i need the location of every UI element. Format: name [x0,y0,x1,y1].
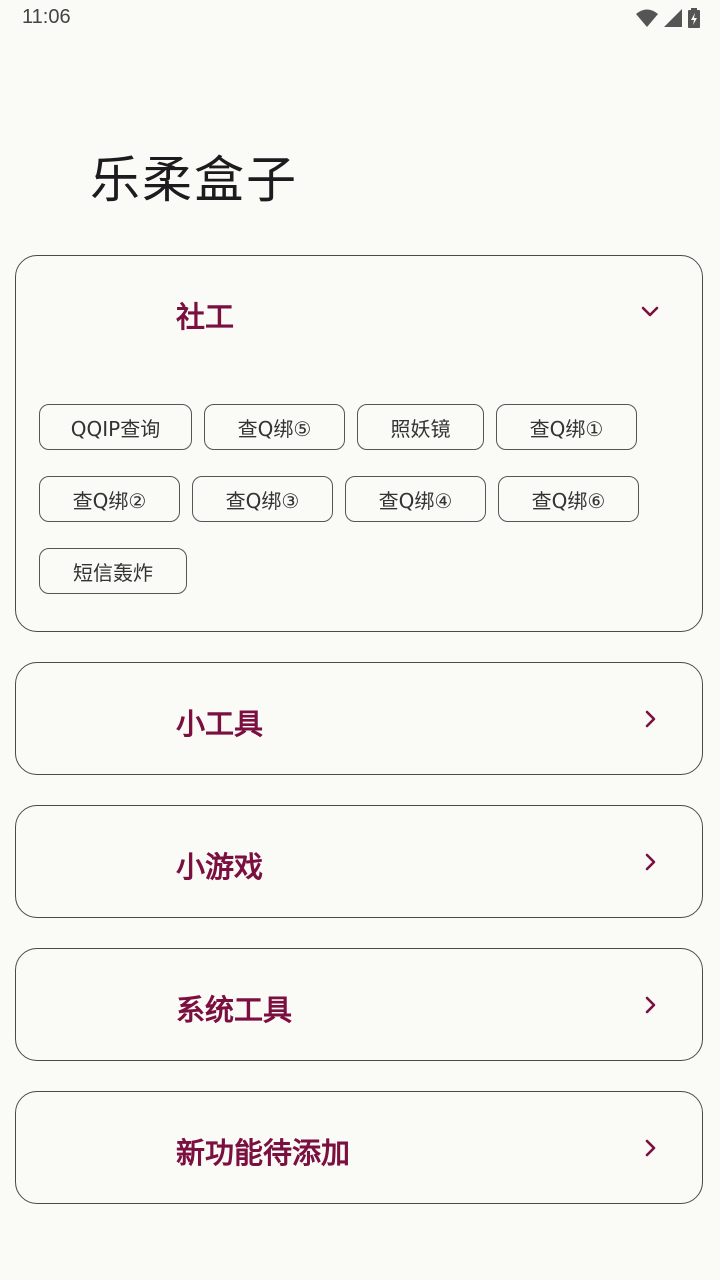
tool-chip[interactable]: 短信轰炸 [39,548,187,594]
section-card-mini-games[interactable]: 小游戏 [15,805,703,918]
tool-chip[interactable]: 查Q绑⑥ [498,476,639,522]
section-title: 社工 [176,300,235,334]
tool-chip[interactable]: 查Q绑④ [345,476,486,522]
section-title: 小工具 [176,707,264,741]
section-header-social[interactable]: 社工 [16,256,702,366]
section-card-system-tools[interactable]: 系统工具 [15,948,703,1061]
section-title: 新功能待添加 [176,1136,351,1170]
status-icons [636,8,700,28]
app-title: 乐柔盒子 [90,151,298,209]
tool-chip[interactable]: 查Q绑① [496,404,637,450]
tool-chip[interactable]: 查Q绑③ [192,476,333,522]
section-card-social: 社工 QQIP查询 查Q绑⑤ 照妖镜 查Q绑① 查Q绑② 查Q绑③ 查Q绑④ 查… [15,255,703,632]
status-bar: 11:06 [0,0,720,36]
wifi-icon [636,9,658,27]
tool-chip[interactable]: 照妖镜 [357,404,484,450]
section-card-small-tools[interactable]: 小工具 [15,662,703,775]
tool-chip[interactable]: QQIP查询 [39,404,192,450]
tool-chip[interactable]: 查Q绑⑤ [204,404,345,450]
chevron-right-icon [645,853,656,871]
section-title: 小游戏 [176,850,264,884]
chevron-down-icon [641,306,659,317]
battery-charging-icon [688,8,700,28]
status-time: 11:06 [22,6,71,28]
section-title: 系统工具 [176,993,293,1027]
cellular-signal-icon [664,9,682,27]
chevron-right-icon [645,710,656,728]
chevron-right-icon [645,1139,656,1157]
section-card-new-features[interactable]: 新功能待添加 [15,1091,703,1204]
tool-chip[interactable]: 查Q绑② [39,476,180,522]
chevron-right-icon [645,996,656,1014]
